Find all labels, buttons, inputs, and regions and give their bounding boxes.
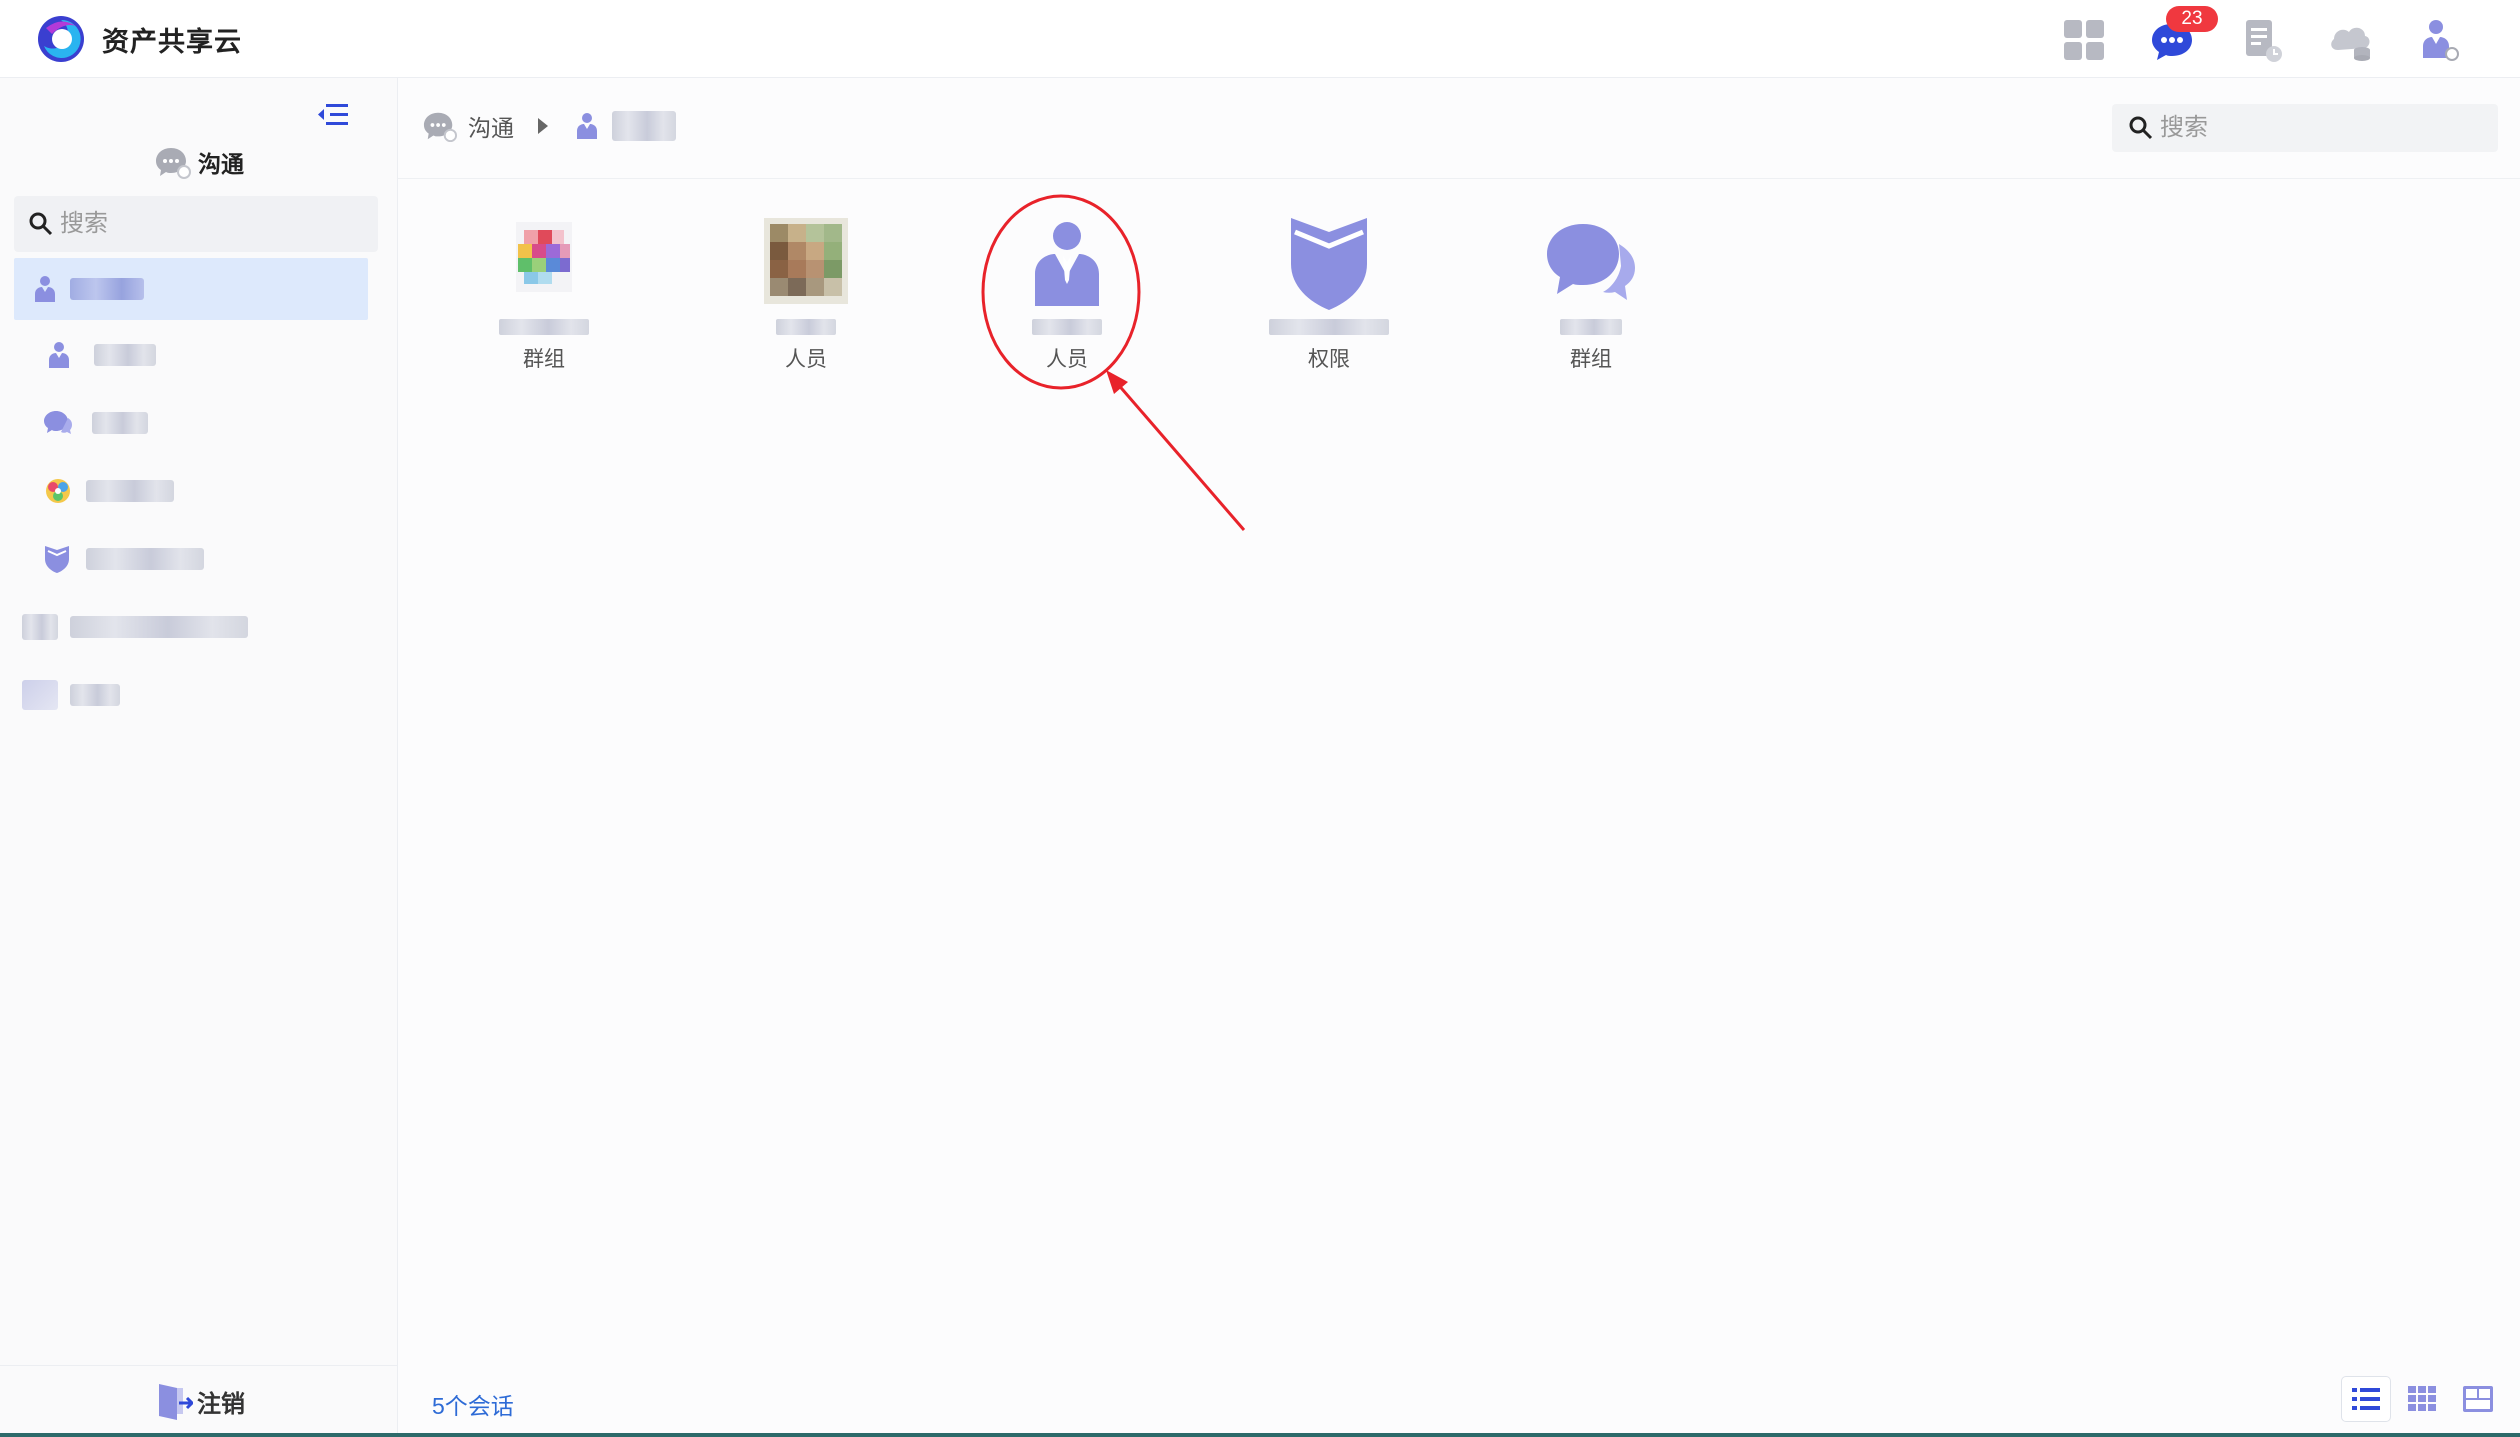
- sidebar-item-label-redacted: [86, 480, 174, 502]
- group-avatar-icon: [46, 479, 70, 503]
- view-switcher: [2342, 1377, 2502, 1421]
- sidebar-item-person-1[interactable]: [14, 258, 368, 320]
- conversation-count: 5个会话: [432, 1393, 514, 1419]
- tile-sublabel-redacted: [1269, 319, 1389, 335]
- card-view-button[interactable]: [2454, 1377, 2502, 1421]
- main-search[interactable]: [2112, 104, 2498, 152]
- sidebar-item-label-redacted: [92, 412, 148, 434]
- shield-icon: [1291, 218, 1367, 310]
- tile-group-2[interactable]: 群组: [1516, 214, 1666, 374]
- main-content: 沟通 群组: [398, 78, 2520, 1437]
- breadcrumb-separator-icon: [538, 118, 548, 134]
- tile-person-highlighted[interactable]: 人员: [992, 214, 1142, 374]
- tile-label: 人员: [785, 348, 827, 371]
- sidebar-item-label-redacted: [94, 344, 156, 366]
- person-icon: [35, 276, 55, 302]
- logout-icon: [159, 1383, 193, 1420]
- tile-permission[interactable]: 权限: [1254, 214, 1404, 374]
- sidebar-search[interactable]: [14, 196, 378, 252]
- apps-grid-icon[interactable]: [2060, 16, 2108, 64]
- sidebar-header: 沟通: [0, 144, 398, 188]
- sidebar-item-label-redacted: [70, 616, 248, 638]
- search-icon: [2129, 116, 2153, 140]
- sidebar-title: 沟通: [198, 151, 244, 177]
- logout-button[interactable]: 注销: [0, 1365, 398, 1437]
- list-view-button[interactable]: [2342, 1377, 2390, 1421]
- tile-label: 群组: [1570, 348, 1612, 371]
- tile-sublabel-redacted: [499, 319, 589, 335]
- chat-badge: 23: [2166, 6, 2218, 32]
- sidebar-item-permission[interactable]: [40, 528, 368, 590]
- app-window: 资产共享云 23 沟通 搜索 注销 沟通 搜索 群组 人员 人员 权限 群组 5…: [0, 0, 2520, 1437]
- app-logo: [38, 16, 84, 62]
- sidebar-item-chat[interactable]: [40, 392, 368, 454]
- shield-icon: [45, 546, 69, 573]
- tile-sublabel-redacted: [1560, 319, 1622, 335]
- breadcrumb-current-redacted[interactable]: [612, 111, 676, 141]
- person-icon: [1035, 222, 1099, 306]
- sidebar-item-label-redacted: [70, 278, 144, 300]
- sidebar-item-label-redacted: [86, 548, 204, 570]
- grid-view-icon: [2408, 1386, 2436, 1411]
- user-profile-icon[interactable]: [2414, 16, 2462, 64]
- bottom-edge-strip: [0, 1433, 2520, 1437]
- breadcrumb-root[interactable]: 沟通: [468, 109, 514, 143]
- annotation-arrow-shaft: [1114, 381, 1246, 531]
- top-bar: 资产共享云 23: [0, 0, 2520, 78]
- tile-label: 群组: [523, 348, 565, 371]
- folder-icon: [22, 614, 58, 640]
- sidebar: 沟通 搜索 注销: [0, 78, 398, 1437]
- person-icon: [49, 342, 69, 368]
- chat-bubble-icon: [156, 148, 191, 179]
- collapse-sidebar-icon[interactable]: [314, 96, 352, 134]
- sidebar-item-folder-2[interactable]: [22, 664, 368, 726]
- tile-sublabel-redacted: [776, 319, 836, 335]
- tile-label: 人员: [1046, 348, 1088, 371]
- tile-label: 权限: [1308, 348, 1350, 371]
- chat-bubble-icon: [44, 411, 72, 434]
- tile-sublabel-redacted: [1032, 319, 1102, 335]
- photo-avatar-icon: [764, 218, 848, 304]
- chat-bubble-icon: [423, 112, 457, 143]
- cloud-storage-icon[interactable]: [2326, 16, 2374, 64]
- tile-person-photo[interactable]: 人员: [731, 214, 881, 374]
- logout-label: 注销: [197, 1391, 245, 1418]
- card-view-icon: [2463, 1386, 2493, 1412]
- grid-view-button[interactable]: [2398, 1377, 2446, 1421]
- app-title: 资产共享云: [102, 27, 242, 57]
- annotation-overlay: [981, 194, 1246, 531]
- main-search-input[interactable]: [2160, 114, 2460, 142]
- sidebar-item-person-2[interactable]: [40, 324, 368, 386]
- person-icon: [577, 113, 597, 139]
- list-view-icon: [2352, 1388, 2380, 1410]
- header-divider: [398, 178, 2520, 179]
- document-icon[interactable]: [2238, 16, 2286, 64]
- sidebar-item-folder-1[interactable]: [22, 596, 368, 658]
- tile-group-1[interactable]: 群组: [469, 214, 619, 374]
- sidebar-item-group[interactable]: [40, 460, 368, 522]
- sidebar-search-input[interactable]: [60, 210, 360, 238]
- group-avatar-icon: [516, 222, 572, 292]
- chat-bubble-icon: [1547, 224, 1635, 300]
- folder-icon: [22, 680, 58, 710]
- search-icon: [29, 212, 53, 236]
- sidebar-item-label-redacted: [70, 684, 120, 706]
- breadcrumb: 沟通: [422, 108, 676, 144]
